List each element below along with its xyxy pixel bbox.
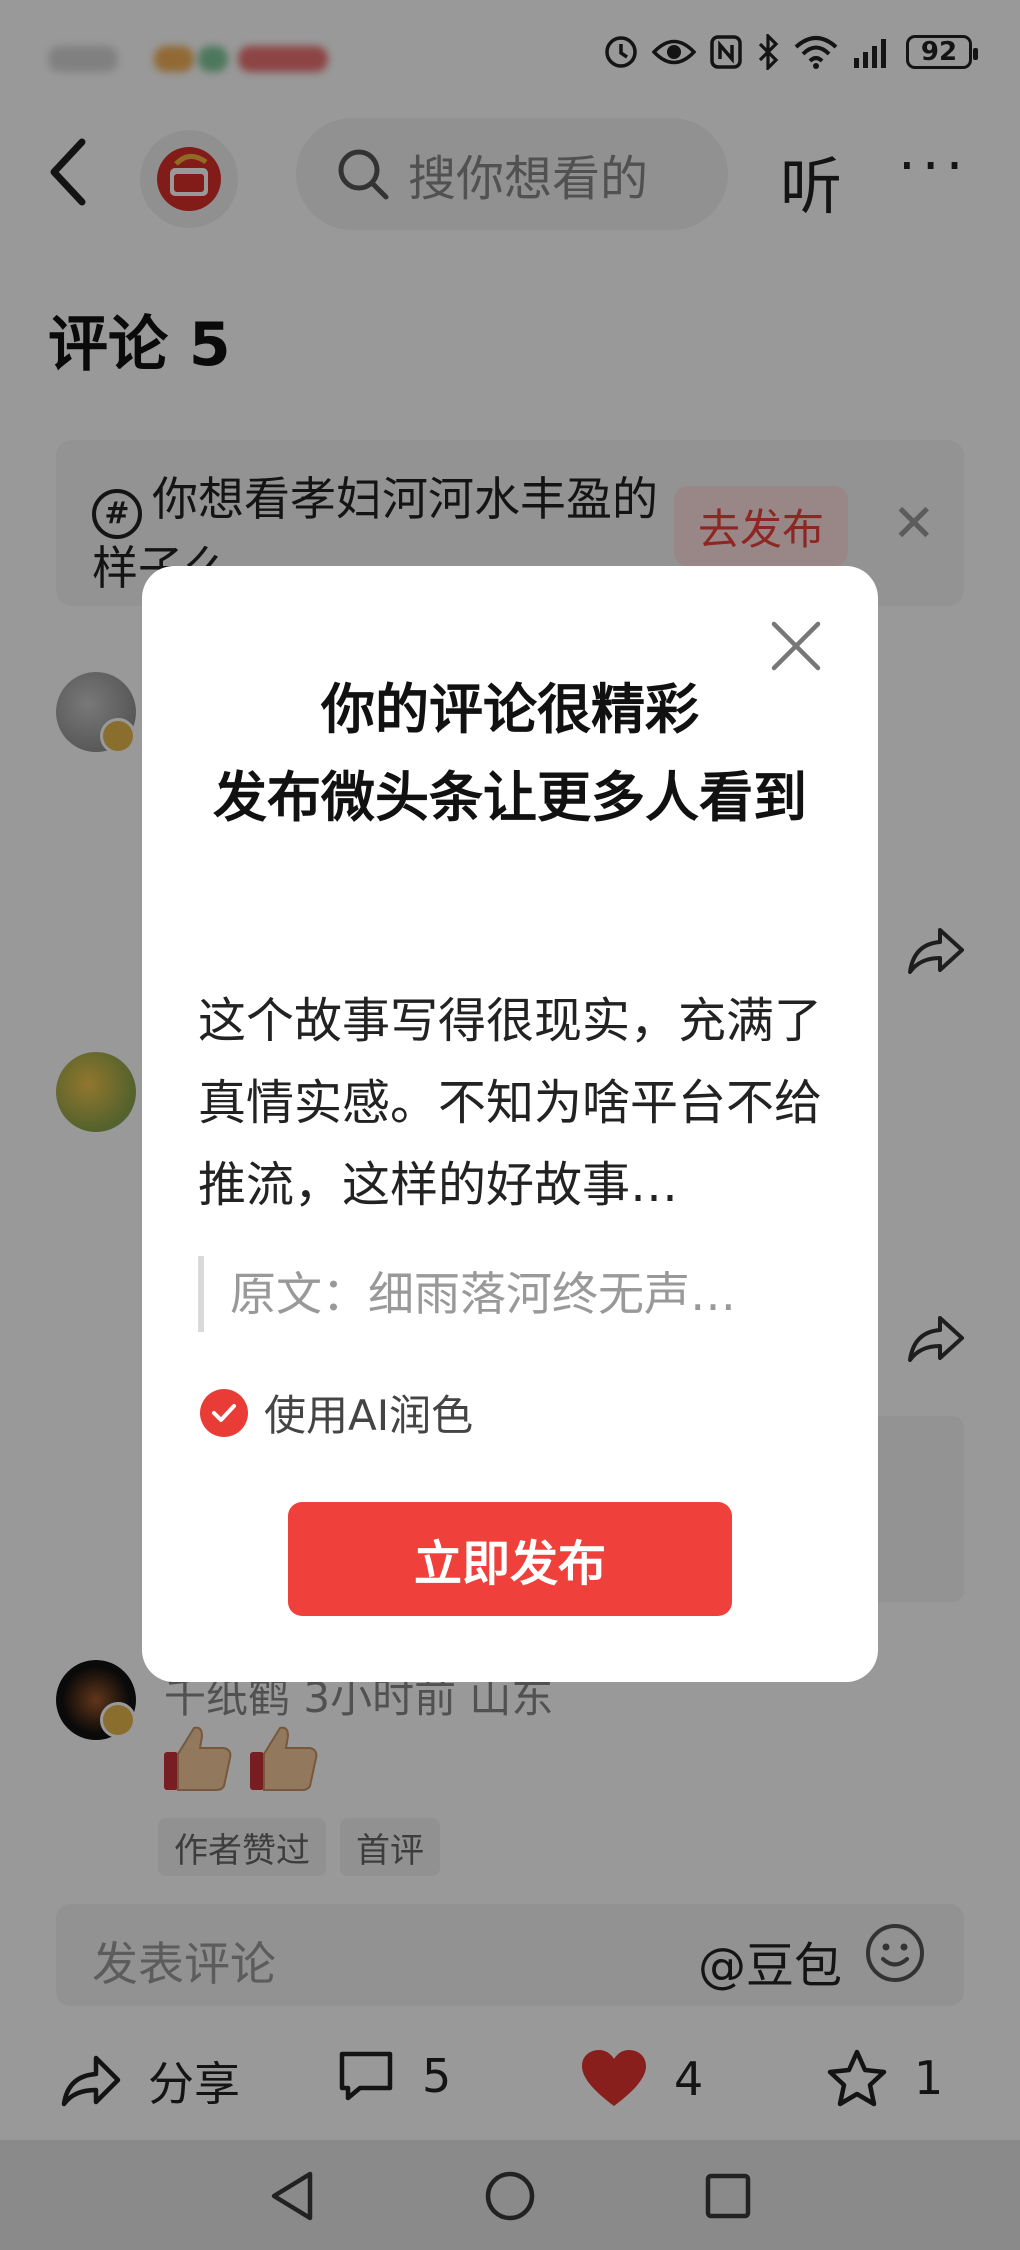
dialog-comment-text: 这个故事写得很现实，充满了真情实感。不知为啥平台不给推流，这样的好故事… [198,993,823,1213]
screen: 92 搜你想看的 听 ··· 评论 5 #你想看孝妇河河水丰盈的样子么 去发布 … [0,0,1020,2250]
original-quote: 原文：细雨落河终无声… [198,1256,818,1332]
publish-dialog: 你的评论很精彩 发布微头条让更多人看到 这个故事写得很现实，充满了真情实感。不知… [142,566,878,1682]
check-icon [212,1403,236,1422]
dialog-title-line2: 发布微头条让更多人看到 [213,766,807,829]
dialog-title-line1: 你的评论很精彩 [321,678,699,741]
ai-polish-checkbox[interactable] [200,1388,248,1437]
ai-polish-option[interactable]: 使用AI润色 [200,1382,473,1443]
nav-recents-icon[interactable] [704,2172,752,2220]
nav-back-icon[interactable] [268,2170,318,2222]
nav-home-icon[interactable] [484,2170,536,2222]
ai-polish-label: 使用AI润色 [264,1391,474,1440]
system-nav-bar [0,2140,1020,2250]
publish-now-button[interactable]: 立即发布 [288,1502,732,1616]
dialog-title: 你的评论很精彩 发布微头条让更多人看到 [182,666,838,842]
